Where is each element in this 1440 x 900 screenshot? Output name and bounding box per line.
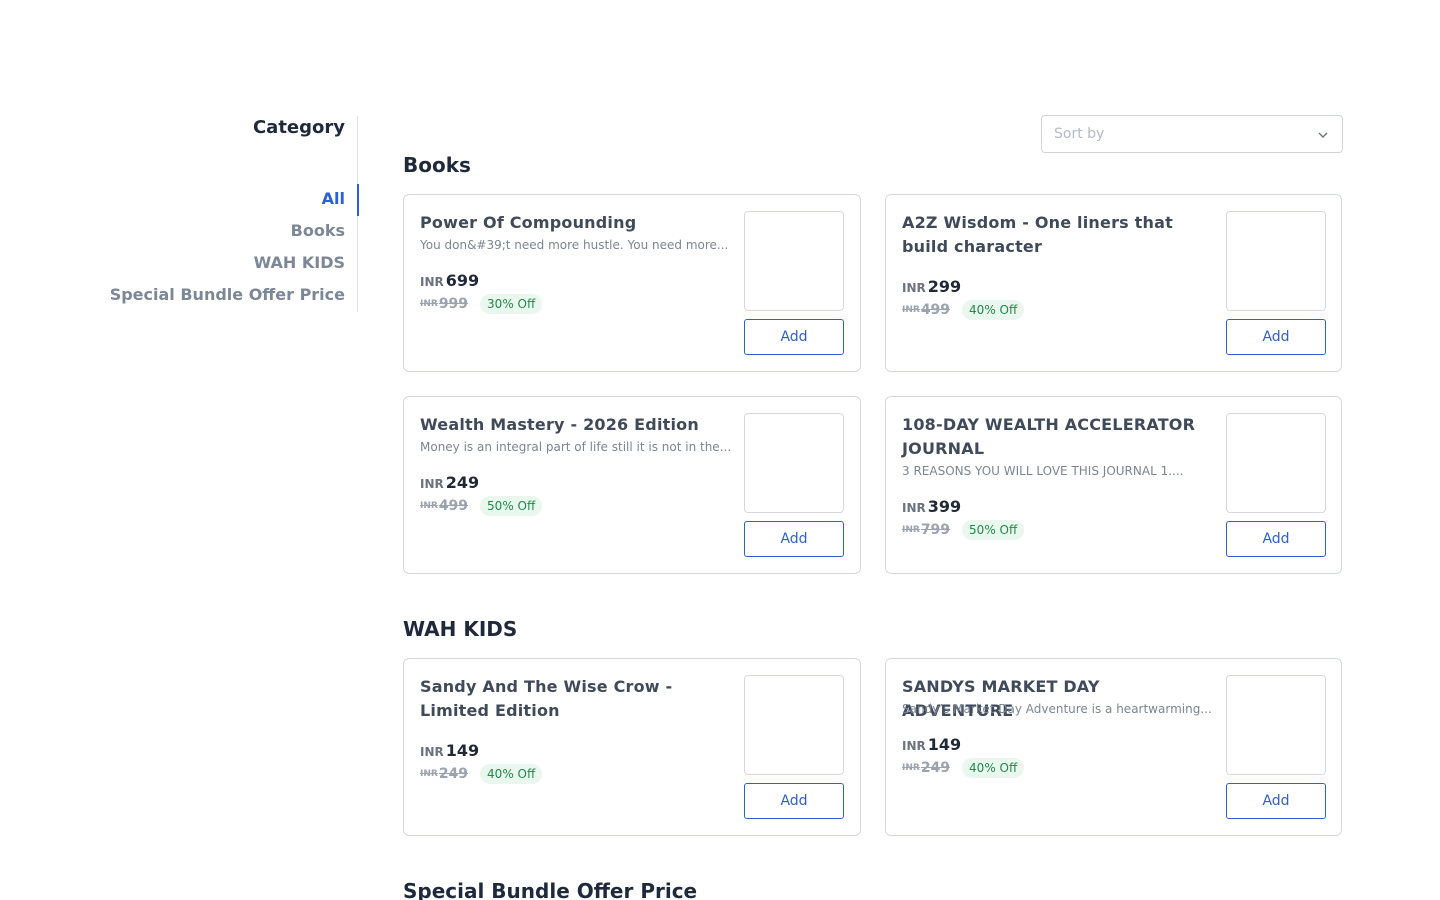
product-price: INR 399 — [902, 497, 961, 516]
product-title: A2Z Wisdom - One liners that build chara… — [902, 213, 1173, 256]
price-amount: 249 — [445, 473, 480, 492]
product-card: A2Z Wisdom - One liners that build chara… — [885, 194, 1342, 372]
add-to-cart-button[interactable]: Add — [1226, 783, 1326, 819]
price-currency: INR — [420, 477, 444, 491]
product-description: You don&#39;t need more hustle. You need… — [420, 238, 729, 252]
discount-badge: 50% Off — [962, 520, 1025, 540]
product-description: 3 REASONS YOU WILL LOVE THIS JOURNAL 1..… — [902, 464, 1184, 478]
price-currency: INR — [902, 501, 926, 515]
product-image[interactable] — [744, 211, 844, 311]
product-price: INR 149 — [902, 735, 961, 754]
product-mrp: INR 999 30% Off — [420, 294, 543, 314]
mrp-amount: 999 — [438, 296, 469, 312]
category-item-books[interactable]: Books — [0, 216, 358, 248]
product-description: Sandy’s Market Day Adventure is a heartw… — [902, 702, 1212, 716]
mrp-amount: 499 — [438, 498, 469, 514]
mrp-currency: INR — [420, 299, 438, 309]
category-list: All Books WAH KIDS Special Bundle Offer … — [0, 184, 359, 312]
product-card: Wealth Mastery - 2026 Edition Money is a… — [403, 396, 861, 574]
product-image[interactable] — [1226, 211, 1326, 311]
section-title-special-bundle: Special Bundle Offer Price — [403, 879, 698, 900]
mrp-currency: INR — [902, 525, 920, 535]
mrp-amount: 499 — [920, 302, 951, 318]
product-title: Sandy And The Wise Crow - Limited Editio… — [420, 677, 673, 720]
mrp-amount: 249 — [438, 766, 469, 782]
mrp-currency: INR — [902, 763, 920, 773]
sort-dropdown[interactable]: Sort by — [1041, 115, 1343, 153]
price-amount: 699 — [445, 271, 480, 290]
product-title: Power Of Compounding — [420, 213, 637, 232]
product-price: INR 699 — [420, 271, 479, 290]
product-title: 108-DAY WEALTH ACCELERATOR JOURNAL — [902, 415, 1196, 458]
add-to-cart-button[interactable]: Add — [744, 783, 844, 819]
discount-badge: 30% Off — [480, 294, 543, 314]
price-currency: INR — [420, 275, 444, 289]
product-image[interactable] — [1226, 413, 1326, 513]
product-mrp: INR 499 50% Off — [420, 496, 543, 516]
add-to-cart-button[interactable]: Add — [1226, 319, 1326, 355]
product-card: SANDYS MARKET DAY ADVENTURE Sandy’s Mark… — [885, 658, 1342, 836]
sort-placeholder: Sort by — [1054, 126, 1105, 142]
mrp-currency: INR — [420, 501, 438, 511]
product-price: INR 249 — [420, 473, 479, 492]
category-item-all[interactable]: All — [0, 184, 359, 216]
product-mrp: INR 499 40% Off — [902, 300, 1025, 320]
product-card: Power Of Compounding You don&#39;t need … — [403, 194, 861, 372]
mrp-amount: 249 — [920, 760, 951, 776]
mrp-amount: 799 — [920, 522, 951, 538]
section-title-books: Books — [403, 153, 471, 177]
discount-badge: 40% Off — [962, 758, 1025, 778]
price-currency: INR — [902, 281, 926, 295]
price-amount: 149 — [445, 741, 480, 760]
product-mrp: INR 249 40% Off — [902, 758, 1025, 778]
discount-badge: 40% Off — [480, 764, 543, 784]
product-image[interactable] — [744, 413, 844, 513]
mrp-currency: INR — [420, 769, 438, 779]
category-item-wah-kids[interactable]: WAH KIDS — [0, 248, 358, 280]
mrp-currency: INR — [902, 305, 920, 315]
price-amount: 149 — [927, 735, 962, 754]
discount-badge: 40% Off — [962, 300, 1025, 320]
add-to-cart-button[interactable]: Add — [744, 521, 844, 557]
price-currency: INR — [420, 745, 444, 759]
section-title-wah-kids: WAH KIDS — [403, 617, 518, 641]
product-card: 108-DAY WEALTH ACCELERATOR JOURNAL 3 REA… — [885, 396, 1342, 574]
add-to-cart-button[interactable]: Add — [744, 319, 844, 355]
price-currency: INR — [902, 739, 926, 753]
category-item-special-bundle[interactable]: Special Bundle Offer Price — [0, 280, 358, 312]
product-card: Sandy And The Wise Crow - Limited Editio… — [403, 658, 861, 836]
product-price: INR 149 — [420, 741, 479, 760]
product-mrp: INR 249 40% Off — [420, 764, 543, 784]
price-amount: 399 — [927, 497, 962, 516]
product-image[interactable] — [1226, 675, 1326, 775]
product-price: INR 299 — [902, 277, 961, 296]
price-amount: 299 — [927, 277, 962, 296]
product-image[interactable] — [744, 675, 844, 775]
product-title: Wealth Mastery - 2026 Edition — [420, 415, 699, 434]
add-to-cart-button[interactable]: Add — [1226, 521, 1326, 557]
product-description: Money is an integral part of life still … — [420, 440, 732, 454]
product-mrp: INR 799 50% Off — [902, 520, 1025, 540]
chevron-down-icon — [1318, 132, 1328, 138]
discount-badge: 50% Off — [480, 496, 543, 516]
category-heading: Category — [252, 117, 345, 138]
